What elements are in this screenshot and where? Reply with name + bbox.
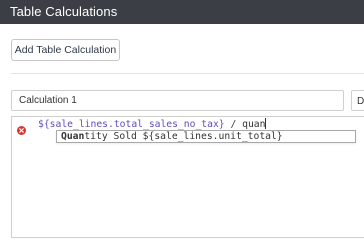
expression-typed-token: quan — [242, 119, 266, 130]
autocomplete-option-match: Quan — [61, 131, 85, 142]
section-divider — [11, 73, 364, 74]
expression-operator-token: / — [224, 119, 243, 130]
dialog-title-bar: Table Calculations — [0, 0, 364, 24]
add-table-calculation-button[interactable]: Add Table Calculation — [11, 39, 120, 61]
autocomplete-dropdown: Quantity Sold ${sale_lines.unit_total} — [56, 130, 356, 143]
expression-field-token: ${sale_lines.total_sales_no_tax} — [38, 119, 225, 130]
autocomplete-option[interactable]: Quantity Sold ${sale_lines.unit_total} — [61, 131, 283, 143]
calculation-format-field[interactable]: De — [351, 90, 364, 111]
error-icon — [17, 122, 26, 135]
dialog-title: Table Calculations — [10, 4, 118, 19]
expression-editor[interactable]: ${sale_lines.total_sales_no_tax} / quan … — [11, 116, 364, 238]
autocomplete-option-rest: tity Sold ${sale_lines.unit_total} — [84, 131, 283, 142]
text-caret — [265, 118, 267, 129]
calculation-name-input[interactable] — [11, 90, 344, 111]
